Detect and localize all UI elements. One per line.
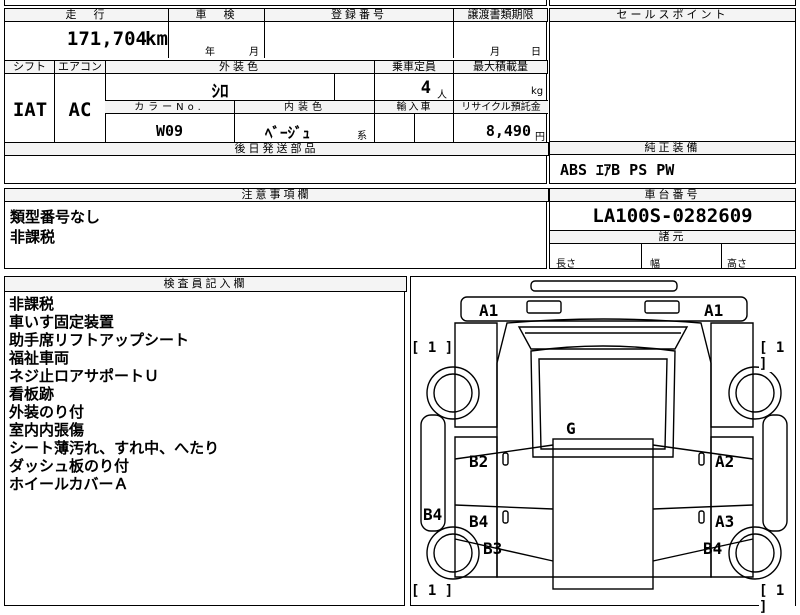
height-label: 高さ [727, 259, 747, 270]
car-outline-diagram [420, 280, 788, 590]
damage-label-a2: A2 [715, 452, 735, 471]
tire-mark-front-right: [ 1 ] [759, 340, 795, 372]
equipment-header: 純正装備 [549, 141, 796, 155]
sales-point-box: セールスポイント [549, 8, 796, 144]
caution-header: 注意事項欄 [4, 188, 549, 202]
import-header: 輸入車 [374, 101, 454, 114]
interior-color-value: ﾍﾞｰｼﾞｭ [265, 124, 311, 142]
dimensions-box: 諸元 長さ 幅 高さ [549, 230, 796, 270]
damage-label-b2: B2 [469, 452, 489, 471]
color-no-header: カラーNo. [105, 101, 234, 114]
later-parts-value [5, 156, 546, 183]
inspector-header: 検査員記入欄 [4, 276, 407, 292]
width-label: 幅 [650, 259, 660, 270]
inspection-year: 年 [205, 47, 215, 58]
shift-header: シフト [4, 60, 55, 74]
sales-point-header: セールスポイント [549, 8, 796, 22]
caution-line: 類型番号なし [10, 208, 101, 226]
inspector-line: ホイールカバーＡ [9, 475, 129, 493]
inspector-line: 福祉車両 [9, 349, 70, 367]
recycle-header: リサイクル預託金 [453, 101, 548, 114]
damage-label-b4-center: B4 [469, 512, 489, 531]
inspector-line: 車いす固定装置 [9, 313, 115, 331]
mileage-unit: km [145, 28, 168, 50]
shift-value: IAT [12, 99, 48, 121]
chassis-box: 車台番号 LA100S-0282609 [549, 188, 796, 231]
max-load-header: 最大積載量 [453, 60, 548, 74]
dimensions-header: 諸元 [549, 230, 796, 244]
transfer-deadline-header: 譲渡書類期限 [453, 8, 548, 22]
damage-label-b4-side: B4 [423, 505, 443, 524]
aircon-header: エアコン [54, 60, 106, 74]
capacity-unit: 人 [437, 90, 447, 101]
registration-header: 登録番号 [264, 8, 454, 22]
tire-mark-rear-right: [ 1 ] [759, 583, 795, 615]
chassis-header: 車台番号 [549, 188, 796, 202]
mileage-header: 走 行 [4, 8, 169, 22]
max-load-unit: kg [531, 86, 544, 97]
transfer-month: 月 [490, 47, 500, 58]
inspector-box: 検査員記入欄 非課税 車いす固定装置 助手席リフトアップシート 福祉車両 ネジ止… [4, 276, 407, 606]
recycle-value: 8,490 [485, 122, 531, 140]
interior-color-header: 内装色 [234, 101, 375, 114]
damage-label-b3: B3 [483, 539, 503, 558]
equipment-box: 純正装備 ABS ｴｱB PS PW [549, 141, 796, 184]
equipment-value: ABS ｴｱB PS PW [560, 161, 675, 179]
inspector-line: ネジ止ロアサポートＵ [9, 367, 160, 385]
aircon-value: AC [68, 99, 92, 121]
inspector-line: 外装のり付 [9, 403, 85, 421]
later-parts-header: 後日発送部品 [4, 142, 549, 156]
registration-value [265, 23, 453, 57]
damage-diagram-box: A1 A1 G B2 A2 B4 B4 A3 B3 B4 [ 1 ] [ 1 ]… [410, 276, 796, 615]
damage-label-a1-left: A1 [479, 301, 499, 320]
inspector-line: 助手席リフトアップシート [9, 331, 190, 349]
damage-label-a3: A3 [715, 512, 735, 531]
capacity-header: 乗車定員 [374, 60, 454, 74]
chassis-value: LA100S-0282609 [592, 205, 753, 227]
transfer-day: 日 [531, 47, 541, 58]
vehicle-info-table: 走 行 車 検 登録番号 譲渡書類期限 171,704 km 年 月 月 日 シ… [4, 8, 549, 184]
damage-label-a1-right: A1 [704, 301, 724, 320]
mileage-value: 171,704 [66, 28, 147, 50]
caution-line: 非課税 [10, 228, 56, 246]
damage-label-g: G [566, 419, 576, 438]
inspection-month: 月 [249, 47, 259, 58]
inspector-line: ダッシュ板のり付 [9, 457, 130, 475]
caution-box: 注意事項欄 類型番号なし 非課税 [4, 188, 549, 269]
tire-mark-rear-left: [ 1 ] [411, 583, 454, 599]
top-strip [4, 0, 547, 6]
exterior-color-header: 外装色 [105, 60, 375, 74]
inspector-line: 看板跡 [9, 385, 55, 403]
color-no-value: W09 [155, 122, 184, 140]
exterior-color-value: ｼﾛ [211, 82, 229, 102]
top-strip-right [549, 0, 796, 6]
interior-color-suffix: 系 [357, 131, 367, 142]
capacity-value: 4 [420, 78, 431, 98]
inspector-line: 非課税 [9, 295, 55, 313]
inspector-line: 室内内張傷 [9, 421, 85, 439]
inspection-header: 車 検 [168, 8, 265, 22]
recycle-unit: 円 [535, 132, 545, 143]
damage-label-b4-rear-right: B4 [703, 539, 723, 558]
tire-mark-front-left: [ 1 ] [411, 340, 454, 356]
inspector-line: シート薄汚れ、すれ中、へたり [9, 439, 220, 457]
length-label: 長さ [556, 259, 576, 270]
